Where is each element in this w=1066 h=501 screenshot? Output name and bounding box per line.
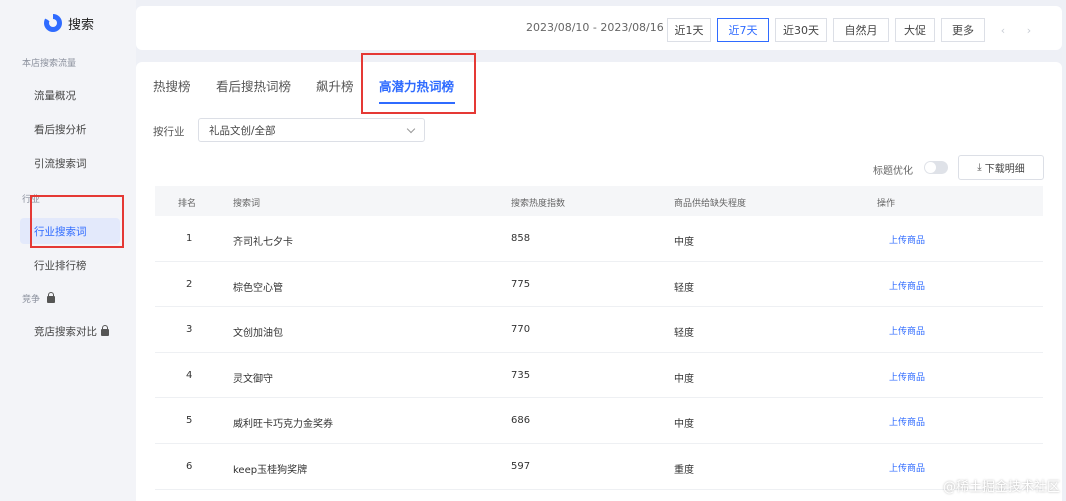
tab-high-potential[interactable]: 高潜力热词榜 bbox=[379, 76, 454, 98]
cell-supply-gap: 轻度 bbox=[674, 282, 694, 294]
header-action: 操作 bbox=[877, 199, 896, 209]
date-range-text: 2023/08/10 - 2023/08/16 bbox=[526, 21, 664, 34]
cell-rank: 5 bbox=[186, 415, 193, 427]
table-row: 6 keep玉桂狗奖牌 597 重度 上传商品 bbox=[155, 444, 1043, 490]
upload-product-link[interactable]: 上传商品 bbox=[889, 233, 925, 246]
table-body: 1 齐司礼七夕卡 858 中度 上传商品 2 棕色空心管 775 轻度 上传商品 3 文创加油包 770… bbox=[155, 216, 1043, 490]
lock-icon bbox=[101, 324, 109, 336]
cell-term: keep玉桂狗奖牌 bbox=[233, 464, 308, 476]
range-button-more[interactable]: 更多 bbox=[941, 18, 985, 42]
cell-term: 文创加油包 bbox=[233, 328, 283, 340]
cell-term: 威利旺卡巧克力金奖券 bbox=[233, 419, 333, 431]
cell-rank: 1 bbox=[186, 233, 193, 244]
tab-rising[interactable]: 飙升榜 bbox=[316, 76, 354, 98]
next-arrow-icon[interactable]: › bbox=[1018, 18, 1040, 42]
search-logo-icon bbox=[44, 14, 62, 32]
header-term: 搜索词 bbox=[233, 199, 261, 209]
table-row: 5 威利旺卡巧克力金奖券 686 中度 上传商品 bbox=[155, 398, 1043, 444]
table-row: 3 文创加油包 770 轻度 上传商品 bbox=[155, 307, 1043, 353]
sidebar: 搜索 本店搜索流量 流量概况 看后搜分析 引流搜索词 行业 行业搜索词 行业排行… bbox=[0, 0, 136, 501]
cell-supply-gap: 中度 bbox=[674, 237, 694, 248]
group-label-store: 本店搜索流量 bbox=[22, 59, 77, 69]
cell-term: 灵文御守 bbox=[233, 373, 273, 385]
cell-rank: 3 bbox=[186, 324, 193, 336]
sidebar-item-traffic-keywords[interactable]: 引流搜索词 bbox=[20, 150, 120, 176]
upload-product-link[interactable]: 上传商品 bbox=[889, 279, 925, 292]
cell-term: 棕色空心管 bbox=[233, 282, 283, 294]
group-label-industry: 行业 bbox=[22, 195, 41, 205]
sidebar-item-label: 竞店搜索对比 bbox=[34, 325, 97, 338]
upload-product-link[interactable]: 上传商品 bbox=[889, 461, 925, 474]
download-icon: ⤓ bbox=[977, 162, 982, 173]
tab-hot-search[interactable]: 热搜榜 bbox=[153, 76, 191, 98]
tab-post-view-hot[interactable]: 看后搜热词榜 bbox=[216, 76, 291, 98]
cell-heat: 597 bbox=[511, 460, 531, 472]
table-row: 4 灵文御守 735 中度 上传商品 bbox=[155, 353, 1043, 399]
cell-heat: 775 bbox=[511, 278, 531, 290]
cell-supply-gap: 轻度 bbox=[674, 328, 694, 340]
cell-heat: 770 bbox=[511, 324, 531, 336]
main-panel: 热搜榜 看后搜热词榜 飙升榜 高潜力热词榜 按行业 礼品文创/全部 标题优化 ⤓… bbox=[136, 62, 1062, 501]
chevron-down-icon bbox=[406, 124, 416, 134]
industry-filter-label: 按行业 bbox=[153, 126, 185, 138]
active-tab-underline bbox=[379, 102, 455, 104]
group-label-compete: 竞争 bbox=[22, 292, 56, 305]
prev-arrow-icon[interactable]: ‹ bbox=[992, 18, 1014, 42]
cell-heat: 686 bbox=[511, 415, 531, 427]
table-row: 1 齐司礼七夕卡 858 中度 上传商品 bbox=[155, 216, 1043, 262]
table-row: 2 棕色空心管 775 轻度 上传商品 bbox=[155, 262, 1043, 308]
cell-rank: 6 bbox=[186, 460, 193, 472]
cell-supply-gap: 重度 bbox=[674, 464, 694, 476]
keyword-table: 排名 搜索词 搜索热度指数 商品供给缺失程度 操作 1 齐司礼七夕卡 858 中度 上传… bbox=[155, 186, 1043, 490]
cell-rank: 4 bbox=[186, 369, 193, 381]
date-range-bar: 2023/08/10 - 2023/08/16 近1天 近7天 近30天 自然月… bbox=[136, 6, 1062, 50]
group-label-compete-text: 竞争 bbox=[22, 295, 41, 305]
range-button-month[interactable]: 自然月 bbox=[833, 18, 889, 42]
download-details-label: 下载明细 bbox=[984, 164, 1025, 175]
title-optimize-label: 标题优化 bbox=[873, 166, 913, 177]
range-button-30d[interactable]: 近30天 bbox=[775, 18, 827, 42]
range-button-7d[interactable]: 近7天 bbox=[717, 18, 769, 42]
lock-icon bbox=[47, 292, 56, 303]
app-logo[interactable]: 搜索 bbox=[44, 12, 94, 34]
sidebar-item-competitor-search[interactable]: 竞店搜索对比 bbox=[20, 318, 120, 344]
title-optimize-toggle[interactable] bbox=[924, 161, 948, 174]
upload-product-link[interactable]: 上传商品 bbox=[889, 324, 925, 337]
cell-term: 齐司礼七夕卡 bbox=[233, 237, 293, 248]
cell-rank: 2 bbox=[186, 278, 193, 290]
table-header: 排名 搜索词 搜索热度指数 商品供给缺失程度 操作 bbox=[155, 186, 1043, 216]
industry-select[interactable]: 礼品文创/全部 bbox=[198, 118, 425, 142]
cell-heat: 735 bbox=[511, 369, 531, 381]
industry-select-value: 礼品文创/全部 bbox=[209, 124, 276, 137]
app-title: 搜索 bbox=[68, 17, 95, 33]
header-heat: 搜索热度指数 bbox=[511, 199, 566, 209]
watermark: @稀土掘金技术社区 bbox=[942, 480, 1060, 495]
range-button-1d[interactable]: 近1天 bbox=[667, 18, 711, 42]
download-details-button[interactable]: ⤓ 下载明细 bbox=[958, 155, 1044, 180]
cell-supply-gap: 中度 bbox=[674, 373, 694, 385]
upload-product-link[interactable]: 上传商品 bbox=[889, 415, 925, 428]
header-rank: 排名 bbox=[178, 199, 197, 209]
sidebar-item-post-view-search[interactable]: 看后搜分析 bbox=[20, 116, 120, 142]
cell-heat: 858 bbox=[511, 233, 531, 244]
sidebar-item-industry-keywords[interactable]: 行业搜索词 bbox=[20, 218, 120, 244]
header-supply-gap: 商品供给缺失程度 bbox=[674, 199, 747, 209]
sidebar-item-traffic-overview[interactable]: 流量概况 bbox=[20, 82, 120, 108]
range-button-promo[interactable]: 大促 bbox=[895, 18, 935, 42]
upload-product-link[interactable]: 上传商品 bbox=[889, 370, 925, 383]
cell-supply-gap: 中度 bbox=[674, 419, 694, 431]
sidebar-item-industry-ranking[interactable]: 行业排行榜 bbox=[20, 252, 120, 278]
